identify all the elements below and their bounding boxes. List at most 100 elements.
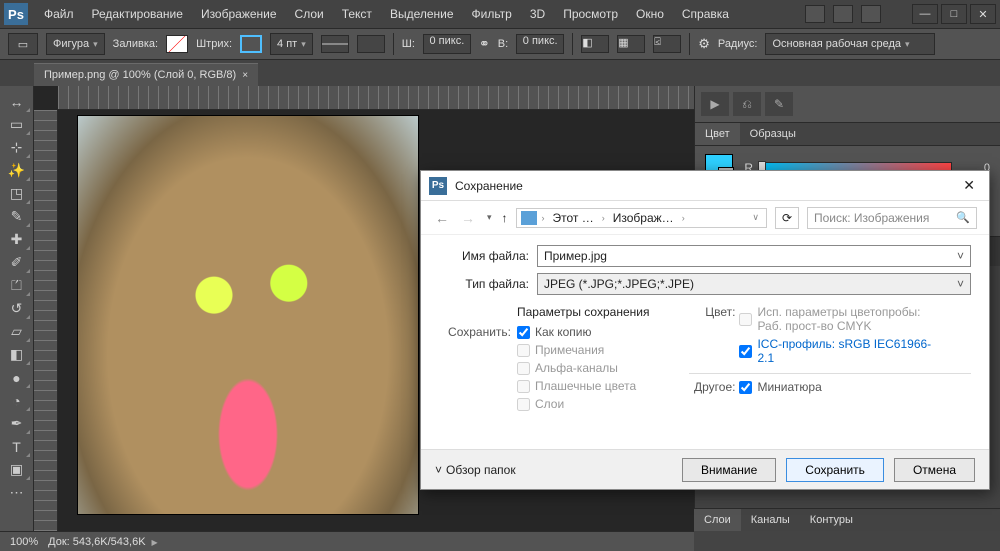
menu-image[interactable]: Изображение [195,3,283,25]
tool-move[interactable]: ↔ [3,90,31,113]
document-tab-close-icon[interactable]: × [242,70,248,81]
chk-notes [517,344,530,357]
tab-channels[interactable]: Каналы [741,509,800,531]
min-button[interactable]: — [912,4,938,24]
tab-paths[interactable]: Контуры [800,509,863,531]
tool-dodge[interactable]: ◔ [3,389,31,412]
nav-up-icon[interactable]: ↑ [502,211,508,225]
save-button[interactable]: Сохранить [786,458,884,482]
breadcrumb[interactable]: › Этот … › Изображ… › ∨ [516,208,767,228]
main-menu: Файл Редактирование Изображение Слои Тек… [38,3,735,25]
close-button[interactable]: ✕ [970,4,996,24]
fill-label: Заливка: [113,38,158,50]
menu-view[interactable]: Просмотр [557,3,624,25]
document-tab[interactable]: Пример.png @ 100% (Слой 0, RGB/8) × [34,63,258,86]
tool-marquee[interactable]: ▭ [3,113,31,136]
chk-thumb[interactable] [739,381,752,394]
tool-crop[interactable]: ◳ [3,182,31,205]
doc-min-icon[interactable] [805,5,825,23]
tool-lasso[interactable]: ⊹ [3,136,31,159]
shape-mode-dropdown[interactable]: Фигура [46,33,105,55]
height-input[interactable]: 0 пикс. [516,34,564,54]
zoom-field[interactable]: 100% [10,536,38,548]
tool-eraser[interactable]: ▱ [3,320,31,343]
chk-copy[interactable] [517,326,530,339]
doc-close-icon[interactable] [861,5,881,23]
stroke-style-2[interactable] [357,35,385,53]
doc-max-icon[interactable] [833,5,853,23]
tool-shape[interactable]: ▣ [3,458,31,481]
browse-folders-toggle[interactable]: Обзор папок [435,463,516,477]
docinfo-label[interactable]: Док: 543,6K/543,6K [48,536,158,548]
path-op-1[interactable]: ◧ [581,35,609,53]
tool-brush[interactable]: ✐ [3,251,31,274]
dialog-title: Сохранение [455,179,523,193]
width-label: Ш: [402,38,415,50]
tool-type[interactable]: T [3,435,31,458]
tab-color[interactable]: Цвет [695,123,740,145]
params-heading: Параметры сохранения [517,305,649,319]
menu-edit[interactable]: Редактирование [86,3,189,25]
tab-swatches[interactable]: Образцы [740,123,806,145]
layers-panel-tabs: Слои Каналы Контуры [694,508,1000,531]
path-op-3[interactable]: ⍃ [653,35,681,53]
nav-back-icon[interactable]: ← [433,210,451,226]
nav-recent-icon[interactable]: ▾ [485,212,494,223]
dialog-body: Имя файла: Пример.jpg Тип файла: JPEG (*… [421,235,989,417]
tool-history[interactable]: ↺ [3,297,31,320]
color-panel-tabs: Цвет Образцы [695,123,1000,146]
refresh-icon[interactable]: ⟳ [775,207,799,229]
nav-fwd-icon[interactable]: → [459,210,477,226]
warning-button[interactable]: Внимание [682,458,776,482]
dialog-ps-icon: Ps [429,177,447,195]
tool-more[interactable]: ⋯ [3,481,31,504]
menu-text[interactable]: Текст [336,3,378,25]
tab-layers[interactable]: Слои [694,509,741,531]
document-canvas[interactable] [78,116,418,514]
tool-pen[interactable]: ✒ [3,412,31,435]
tool-gradient[interactable]: ◧ [3,343,31,366]
tool-stamp[interactable]: ⏍ [3,274,31,297]
width-input[interactable]: 0 пикс. [423,34,471,54]
path-op-2[interactable]: ▦ [617,35,645,53]
chk-proof [739,313,752,326]
menu-layers[interactable]: Слои [289,3,330,25]
breadcrumb-folder[interactable]: Изображ… [610,211,677,225]
cancel-button[interactable]: Отмена [894,458,975,482]
stroke-swatch[interactable] [240,35,262,53]
fill-swatch[interactable] [166,35,188,53]
filename-input[interactable]: Пример.jpg [537,245,971,267]
tool-wand[interactable]: ✨ [3,159,31,182]
chk-layers [517,398,530,411]
pc-icon [521,211,537,225]
stroke-style-1[interactable] [321,35,349,53]
filetype-dropdown[interactable]: JPEG (*.JPG;*.JPEG;*.JPE) [537,273,971,295]
brush-panel-icon[interactable]: ✎ [765,92,793,116]
chk-icc[interactable] [739,345,752,358]
menu-filter[interactable]: Фильтр [466,3,518,25]
menu-window[interactable]: Окно [630,3,670,25]
tool-preset-icon[interactable]: ▭ [8,33,38,55]
menu-3d[interactable]: 3D [524,3,551,25]
gear-icon[interactable] [698,36,710,52]
link-wh-icon[interactable] [479,36,490,52]
menu-file[interactable]: Файл [38,3,80,25]
app-titlebar: Ps Файл Редактирование Изображение Слои … [0,0,1000,28]
tool-eyedropper[interactable]: ✎ [3,205,31,228]
tool-blur[interactable]: ● [3,366,31,389]
menu-select[interactable]: Выделение [384,3,460,25]
color-label: Цвет: [689,305,735,319]
canvas-image [78,116,418,514]
max-button[interactable]: □ [941,4,967,24]
breadcrumb-pc[interactable]: Этот … [550,211,597,225]
dialog-close-icon[interactable]: ✕ [957,175,981,196]
stroke-width-dropdown[interactable]: 4 пт [270,33,313,55]
menu-help[interactable]: Справка [676,3,735,25]
tool-heal[interactable]: ✚ [3,228,31,251]
stroke-label: Штрих: [196,38,232,50]
workspace-dropdown[interactable]: Основная рабочая среда [765,33,935,55]
play-icon[interactable]: ▶ [701,92,729,116]
search-input[interactable]: Поиск: Изображения [807,207,977,229]
history-panel-icon[interactable]: ⎌ [733,92,761,116]
dialog-titlebar: Ps Сохранение ✕ [421,171,989,201]
